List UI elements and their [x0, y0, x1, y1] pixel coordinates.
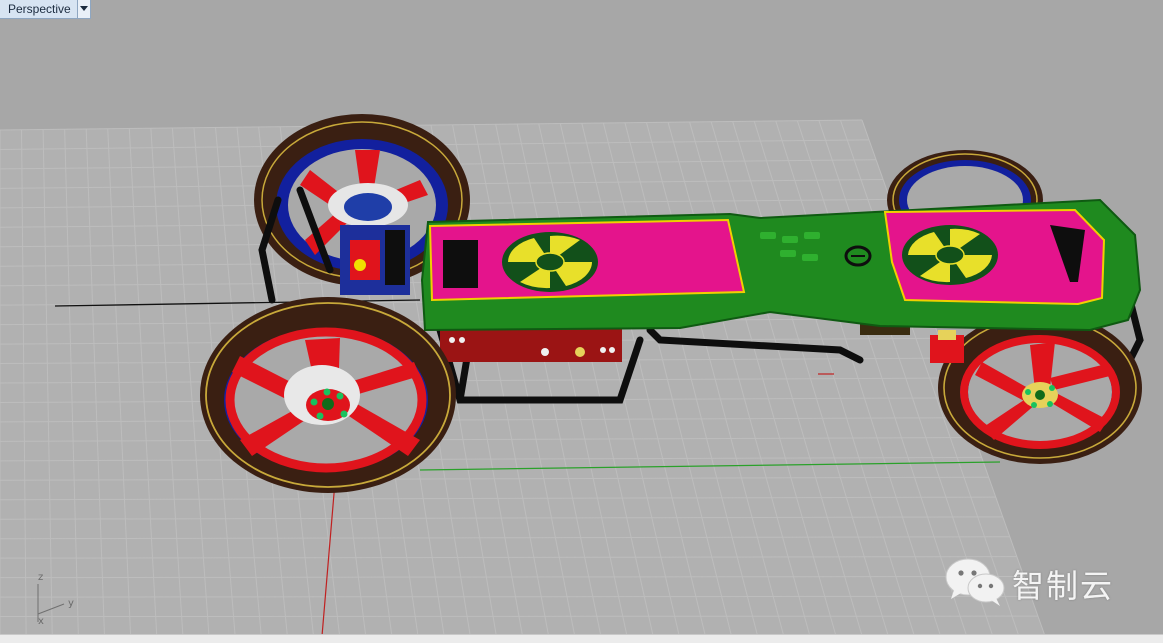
chevron-down-icon[interactable]	[77, 0, 90, 18]
skateboard-deck	[422, 200, 1140, 330]
axis-orientation-widget: z y x	[30, 570, 90, 630]
axis-y-label: y	[68, 598, 74, 609]
watermark-text: 智制云	[1012, 561, 1114, 607]
wechat-icon	[944, 556, 1006, 612]
viewport-title-tab[interactable]: Perspective	[0, 0, 91, 19]
wheel-front-left	[200, 297, 456, 493]
wheel-front-right	[938, 312, 1142, 464]
axis-z-label: z	[38, 572, 43, 583]
viewport-title-label[interactable]: Perspective	[0, 0, 77, 18]
axis-x-label: x	[38, 616, 44, 627]
rear-motor-assembly	[340, 225, 410, 295]
rhino-perspective-viewport[interactable]: Perspective	[0, 0, 1163, 642]
watermark: 智制云	[944, 556, 1114, 612]
3d-scene[interactable]	[0, 0, 1163, 642]
